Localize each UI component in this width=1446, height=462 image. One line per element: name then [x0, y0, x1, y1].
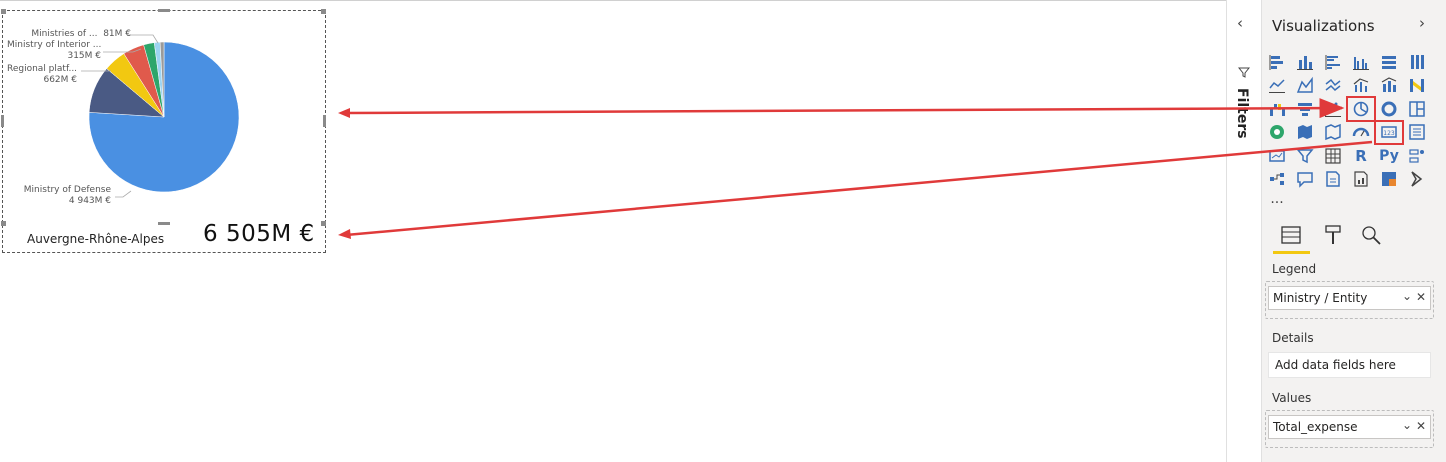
analytics-magnifier-icon[interactable]	[1360, 224, 1382, 246]
resize-handle[interactable]	[323, 115, 326, 127]
scatter-chart-icon[interactable]	[1319, 97, 1347, 121]
stacked-column-chart-icon[interactable]	[1291, 50, 1319, 74]
details-section-label: Details	[1272, 331, 1314, 345]
chevron-down-icon[interactable]: ⌄	[1402, 418, 1412, 432]
decomposition-tree-icon[interactable]	[1263, 168, 1291, 192]
filter-icon	[1238, 67, 1250, 78]
resize-handle[interactable]	[158, 9, 170, 12]
card-icon[interactable]: 123	[1374, 119, 1404, 145]
pie-label-interior: Ministry of Interior ... 315M €	[7, 40, 102, 61]
line-clustered-column-chart-icon[interactable]	[1347, 74, 1375, 98]
stacked-area-chart-icon[interactable]	[1319, 74, 1347, 98]
legend-field-chip[interactable]: Ministry / Entity ⌄ ✕	[1268, 286, 1431, 310]
funnel-chart-icon[interactable]	[1291, 97, 1319, 121]
resize-handle[interactable]	[1, 115, 4, 127]
visual-type-gallery: 123 R Py ···	[1263, 50, 1431, 215]
pie-leader-line	[115, 190, 132, 198]
resize-handle[interactable]	[1, 221, 6, 226]
smart-narrative-icon[interactable]	[1319, 168, 1347, 192]
treemap-icon[interactable]	[1403, 97, 1431, 121]
pie-label-defense: Ministry of Defense 4 943M €	[23, 185, 111, 206]
table-icon[interactable]	[1319, 144, 1347, 168]
power-automate-icon[interactable]	[1403, 168, 1431, 192]
filters-label[interactable]: Filters	[1234, 88, 1250, 139]
resize-handle[interactable]	[1, 9, 6, 14]
resize-handle[interactable]	[158, 222, 170, 225]
format-paint-roller-icon[interactable]	[1322, 224, 1344, 246]
ribbon-chart-icon[interactable]	[1403, 74, 1431, 98]
100-stacked-column-chart-icon[interactable]	[1403, 50, 1431, 74]
kpi-icon[interactable]	[1263, 144, 1291, 168]
card-category-label: Auvergne-Rhône-Alpes	[27, 232, 165, 246]
clustered-column-chart-icon[interactable]	[1347, 50, 1375, 74]
card-value: 6 505M €	[203, 221, 315, 247]
stacked-bar-chart-icon[interactable]	[1263, 50, 1291, 74]
multi-row-card-icon[interactable]	[1403, 121, 1431, 145]
pie-chart-icon[interactable]	[1346, 96, 1376, 122]
gauge-icon[interactable]	[1347, 121, 1375, 145]
close-icon[interactable]: ✕	[1416, 290, 1426, 304]
collapse-filters-chevron-icon[interactable]: ‹	[1237, 14, 1243, 32]
qa-icon[interactable]	[1291, 168, 1319, 192]
resize-handle[interactable]	[321, 9, 326, 14]
pie-label-ministries: Ministries of ... 81M €	[31, 29, 131, 39]
legend-section-label: Legend	[1272, 262, 1317, 276]
key-influencers-icon[interactable]	[1403, 144, 1431, 168]
r-visual-label: R	[1355, 146, 1367, 165]
more-visuals-label: ···	[1270, 194, 1284, 211]
slicer-icon[interactable]	[1291, 144, 1319, 168]
pie-leader-line	[127, 34, 159, 44]
collapse-visualizations-chevron-icon[interactable]: ›	[1419, 14, 1425, 32]
more-visuals-icon[interactable]: ···	[1263, 191, 1291, 215]
filled-map-icon[interactable]	[1291, 121, 1319, 145]
pie-chart-visual[interactable]: Ministries of ... 81M € Ministry of Inte…	[1, 9, 326, 253]
resize-handle[interactable]	[321, 221, 326, 226]
line-stacked-column-chart-icon[interactable]	[1375, 74, 1403, 98]
map-icon[interactable]	[1263, 121, 1291, 145]
paginated-report-icon[interactable]	[1347, 168, 1375, 192]
power-apps-icon[interactable]	[1375, 168, 1403, 192]
donut-chart-icon[interactable]	[1375, 97, 1403, 121]
values-field-name: Total_expense	[1273, 420, 1358, 434]
svg-text:123: 123	[1383, 130, 1395, 137]
area-chart-icon[interactable]	[1291, 74, 1319, 98]
chevron-down-icon[interactable]: ⌄	[1402, 289, 1412, 303]
pie-label-regional: Regional platf... 662M €	[7, 64, 78, 85]
r-visual-icon[interactable]: R	[1347, 144, 1375, 168]
line-chart-icon[interactable]	[1263, 74, 1291, 98]
waterfall-chart-icon[interactable]	[1263, 97, 1291, 121]
active-tab-indicator	[1273, 251, 1310, 254]
legend-field-name: Ministry / Entity	[1273, 291, 1368, 305]
python-visual-icon[interactable]: Py	[1375, 144, 1403, 168]
python-visual-label: Py	[1379, 147, 1399, 164]
shape-map-icon[interactable]	[1319, 121, 1347, 145]
visualizations-title: Visualizations	[1272, 17, 1375, 35]
clustered-bar-chart-icon[interactable]	[1319, 50, 1347, 74]
values-field-chip[interactable]: Total_expense ⌄ ✕	[1268, 415, 1431, 439]
100-stacked-bar-chart-icon[interactable]	[1375, 50, 1403, 74]
values-section-label: Values	[1272, 391, 1312, 405]
fields-tab-icon[interactable]	[1280, 224, 1302, 246]
details-drop-target[interactable]: Add data fields here	[1268, 352, 1431, 378]
close-icon[interactable]: ✕	[1416, 419, 1426, 433]
